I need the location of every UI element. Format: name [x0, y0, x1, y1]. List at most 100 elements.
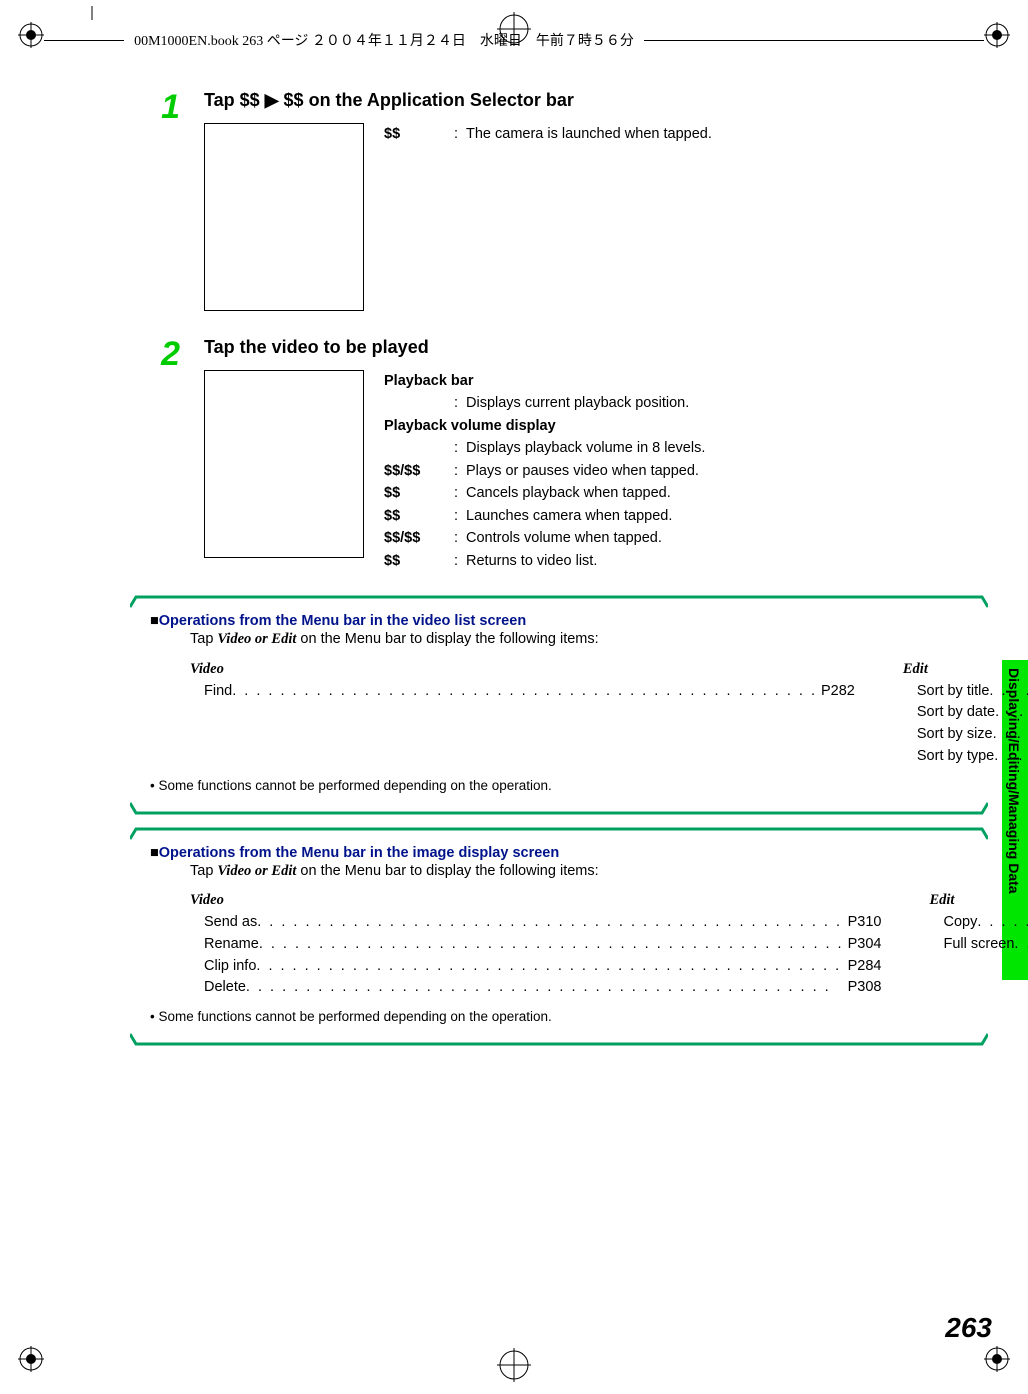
icon-def-text: Plays or pauses video when tapped.: [466, 460, 705, 482]
toc-dots: [232, 681, 817, 703]
icon-def-label: $$: [384, 482, 454, 504]
page-number: 263: [945, 1312, 992, 1344]
content-area: 1 Tap $$ ▶ $$ on the Application Selecto…: [150, 90, 988, 1041]
step-1-title-pre: Tap $$: [204, 90, 265, 110]
tap-line-pre: Tap: [190, 863, 217, 879]
step-2-title: Tap the video to be played: [204, 337, 988, 358]
toc-item: CopyP305: [943, 912, 1028, 934]
toc-dots: [977, 912, 1028, 934]
toc-page: P304: [844, 934, 882, 956]
tap-line-em: Video or Edit: [217, 863, 296, 879]
toc-label: Full screen: [943, 934, 1014, 956]
info-box-note: Some functions cannot be performed depen…: [150, 1009, 988, 1024]
col-video: Video FindP282: [190, 659, 855, 768]
icon-def-text: Displays playback volume in 8 levels.: [466, 437, 705, 459]
toc-label: Sort by size: [917, 724, 993, 746]
toc-item: Delete P308: [204, 977, 881, 999]
icon-def-row: : Displays current playback position.: [384, 392, 705, 414]
square-bullet-icon: ■: [150, 845, 159, 861]
info-box-title: ■Operations from the Menu bar in the vid…: [150, 613, 988, 629]
toc-dots: [246, 977, 844, 999]
screenshot-placeholder-1: [204, 123, 364, 311]
col-edit-head: Edit: [903, 659, 1028, 681]
icon-def-colon: :: [454, 527, 466, 549]
icon-def-row: $$/$$ : Plays or pauses video when tappe…: [384, 460, 705, 482]
box-top-rule: [130, 827, 988, 841]
col-video-head: Video: [190, 659, 855, 681]
icon-def-label: $$: [384, 505, 454, 527]
toc-label: Send as: [204, 912, 257, 934]
toc-dots: [256, 956, 843, 978]
icon-def-label: $$: [384, 123, 454, 145]
playback-volume-subhead: Playback volume display: [384, 415, 705, 437]
box-bottom-rule: [130, 1032, 988, 1046]
step-1-number: 1: [150, 90, 180, 331]
icon-def-text: Launches camera when tapped.: [466, 505, 705, 527]
screenshot-placeholder-2: [204, 370, 364, 558]
icon-def-colon: :: [454, 123, 466, 145]
icon-def-colon: :: [454, 392, 466, 414]
col-video: Video Send as P310 Rename P304 Clip info P2…: [190, 890, 881, 999]
toc-label: Clip info: [204, 956, 256, 978]
toc-label: Sort by title: [917, 681, 990, 703]
step-1-icon-defs: $$ : The camera is launched when tapped.: [384, 123, 712, 331]
toc-page: P310: [844, 912, 882, 934]
manual-page: 00M1000EN.book 263 ページ ２００４年１１月２４日 水曜日 午…: [0, 0, 1028, 1394]
crop-target-br: [984, 1346, 1010, 1372]
icon-def-text: The camera is launched when tapped.: [466, 123, 712, 145]
col-edit: Edit CopyP305 Full screenP309: [929, 890, 1028, 999]
crop-target-bl: [18, 1346, 44, 1372]
crop-target-tr: [984, 22, 1010, 48]
info-box-tap-line: Tap Video or Edit on the Menu bar to dis…: [190, 861, 988, 883]
icon-def-colon: :: [454, 460, 466, 482]
toc-page: P284: [844, 956, 882, 978]
toc-dots: [989, 681, 1028, 703]
tap-line-post: on the Menu bar to display the following…: [296, 631, 598, 647]
toc-item: FindP282: [204, 681, 855, 703]
toc-label: Delete: [204, 977, 246, 999]
toc-dots: [993, 724, 1028, 746]
toc-dots: [259, 934, 844, 956]
icon-def-row: $$ : Launches camera when tapped.: [384, 505, 705, 527]
step-1-title-post: $$ on the Application Selector bar: [279, 90, 574, 110]
tap-line-em: Video or Edit: [217, 631, 296, 647]
toc-item: Sort by typeP309: [917, 746, 1028, 768]
step-1: 1 Tap $$ ▶ $$ on the Application Selecto…: [150, 90, 988, 331]
box-top-rule: [130, 595, 988, 609]
toc-item: Send as P310: [204, 912, 881, 934]
triangle-icon: ▶: [265, 90, 279, 111]
step-2: 2 Tap the video to be played Playback ba…: [150, 337, 988, 578]
box-bottom-rule: [130, 801, 988, 815]
crop-l-mark: [82, 6, 102, 26]
toc-item: Full screenP309: [943, 934, 1028, 956]
step-2-icon-defs: Playback bar : Displays current playback…: [384, 370, 705, 578]
playback-bar-subhead: Playback bar: [384, 370, 705, 392]
icon-def-row: $$ : Returns to video list.: [384, 550, 705, 572]
icon-def-text: Cancels playback when tapped.: [466, 482, 705, 504]
info-box-note: Some functions cannot be performed depen…: [150, 778, 988, 793]
info-box-image-display: ■Operations from the Menu bar in the ima…: [150, 832, 988, 1042]
tap-line-pre: Tap: [190, 631, 217, 647]
icon-def-colon: :: [454, 505, 466, 527]
icon-def-row: $$ : Cancels playback when tapped.: [384, 482, 705, 504]
info-box-title: ■Operations from the Menu bar in the ima…: [150, 845, 988, 861]
icon-def-text: Controls volume when tapped.: [466, 527, 705, 549]
col-video-head: Video: [190, 890, 881, 912]
icon-def-text: Displays current playback position.: [466, 392, 705, 414]
toc-dots: [994, 746, 1028, 768]
icon-def-label: $$/$$: [384, 460, 454, 482]
icon-def-label: [384, 437, 454, 459]
toc-item: Sort by dateP309: [917, 702, 1028, 724]
info-box-video-list: ■Operations from the Menu bar in the vid…: [150, 600, 988, 810]
toc-page: P282: [817, 681, 855, 703]
icon-def-row: $$/$$ : Controls volume when tapped.: [384, 527, 705, 549]
toc-label: Sort by type: [917, 746, 994, 768]
toc-dots: [995, 702, 1028, 724]
crop-target-tl: [18, 22, 44, 48]
tap-line-post: on the Menu bar to display the following…: [296, 863, 598, 879]
icon-def-label: [384, 392, 454, 414]
toc-label: Rename: [204, 934, 259, 956]
icon-def-label: $$: [384, 550, 454, 572]
toc-page: P308: [844, 977, 882, 999]
crop-cross-top: [497, 12, 531, 46]
